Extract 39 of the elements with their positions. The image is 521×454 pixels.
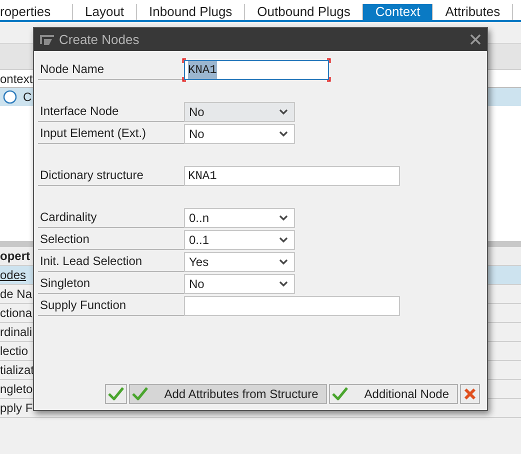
- close-icon[interactable]: [470, 34, 481, 45]
- dialog-title: Create Nodes: [59, 30, 140, 49]
- panel-header: opert: [0, 248, 30, 265]
- tab[interactable]: Context: [363, 4, 434, 20]
- checkmark-icon: [108, 387, 124, 401]
- focus-brackets-icon: [182, 58, 331, 82]
- caret-icon: [279, 237, 288, 243]
- window-icon: [39, 34, 55, 46]
- caret-icon: [279, 259, 288, 265]
- dropdown-field[interactable]: No: [184, 274, 295, 294]
- column-header: ontext: [0, 70, 33, 88]
- property-name[interactable]: ctiona: [0, 304, 32, 322]
- property-name[interactable]: de Na: [0, 285, 32, 303]
- caret-icon: [279, 109, 288, 115]
- checkmark-icon: [132, 387, 148, 401]
- property-name[interactable]: ngleto: [0, 380, 33, 398]
- caret-icon: [279, 131, 288, 137]
- property-name[interactable]: tializat: [0, 361, 34, 379]
- confirm-button[interactable]: [105, 384, 128, 404]
- dropdown-field[interactable]: 0..n: [184, 208, 295, 228]
- action-button[interactable]: Add Attributes from Structure: [129, 384, 328, 404]
- dropdown-field[interactable]: 0..1: [184, 230, 295, 250]
- property-name[interactable]: lectio: [0, 342, 28, 360]
- text-field[interactable]: KNA1: [184, 60, 329, 80]
- close-icon: [464, 388, 476, 400]
- caret-icon: [279, 281, 288, 287]
- text-field[interactable]: [184, 296, 400, 316]
- dropdown-field[interactable]: Yes: [184, 252, 295, 272]
- checkmark-icon: [332, 387, 348, 401]
- text-field[interactable]: KNA1: [184, 166, 400, 186]
- property-name[interactable]: rdinali: [0, 323, 32, 341]
- property-name[interactable]: odes: [0, 266, 26, 284]
- caret-icon: [279, 215, 288, 221]
- action-button[interactable]: Additional Node: [329, 384, 458, 404]
- tab[interactable]: roperties: [0, 4, 73, 20]
- property-name[interactable]: pply F: [0, 399, 33, 417]
- circle-icon: [3, 90, 17, 104]
- dropdown-field[interactable]: No: [184, 124, 295, 144]
- cancel-button[interactable]: [460, 384, 480, 404]
